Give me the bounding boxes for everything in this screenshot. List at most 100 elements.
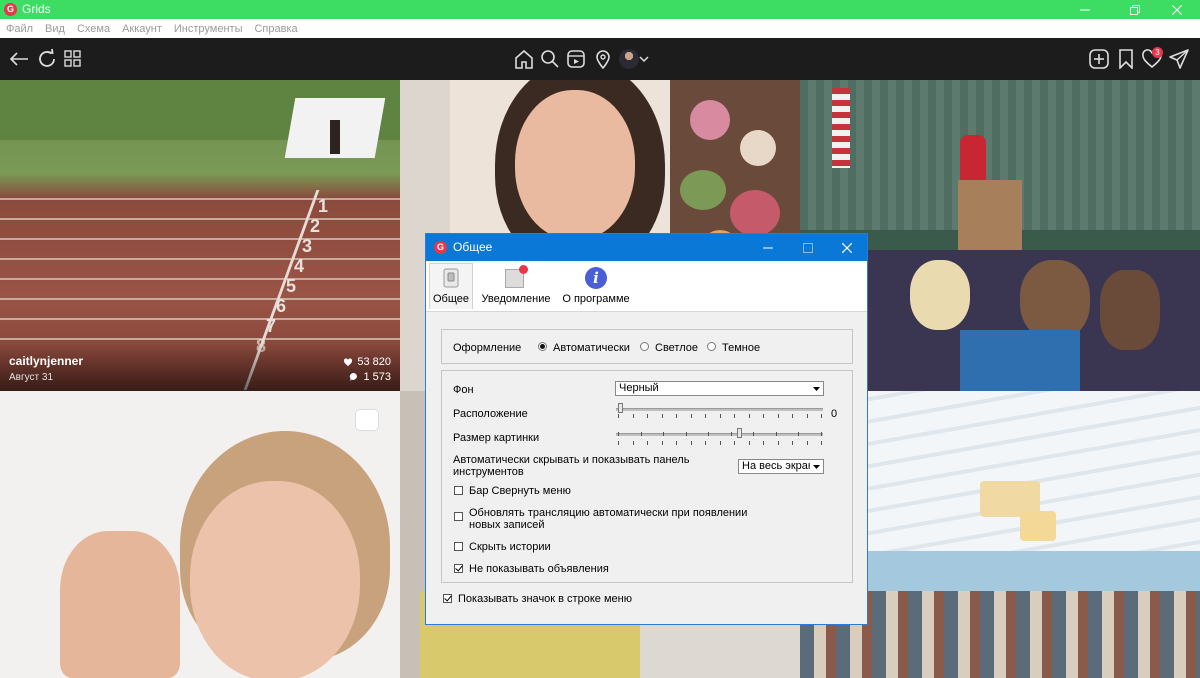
slider-tick <box>633 441 634 445</box>
settings-dialog: G Общее Общее Уведомление i О программе … <box>425 233 868 625</box>
hide-stories-label[interactable]: Скрыть истории <box>469 541 551 553</box>
home-icon[interactable] <box>511 46 537 72</box>
slider-tick <box>708 432 709 436</box>
info-icon: i <box>585 267 607 289</box>
post-tile-makeup[interactable] <box>0 391 400 678</box>
reels-icon[interactable] <box>563 46 589 72</box>
position-slider[interactable] <box>616 403 823 421</box>
autohide-select[interactable]: На весь экран <box>738 459 824 474</box>
collapse-menu-checkbox[interactable] <box>454 486 463 495</box>
slider-tick <box>821 441 822 445</box>
back-arrow-icon[interactable] <box>6 46 32 72</box>
menu-help[interactable]: Справка <box>254 23 297 35</box>
minimize-button[interactable] <box>1062 0 1108 19</box>
hide-ads-label[interactable]: Не показывать объявления <box>469 563 609 575</box>
comments-count: 1 573 <box>363 371 391 383</box>
post-date: Август 31 <box>9 372 53 383</box>
restore-button[interactable] <box>1112 0 1158 19</box>
search-icon[interactable] <box>537 46 563 72</box>
lane-number: 7 <box>266 316 277 336</box>
dialog-title-bar: G Общее <box>426 234 867 261</box>
theme-auto-label[interactable]: Автоматически <box>553 342 630 354</box>
minimize-icon <box>763 247 773 248</box>
post-tile-track[interactable]: 1 2 3 4 5 6 7 8 caitlynjenner Август 31 … <box>0 80 400 391</box>
post-username[interactable]: caitlynjenner <box>9 354 83 368</box>
maximize-icon <box>803 242 813 253</box>
slider-tick <box>792 441 793 445</box>
bookmark-icon[interactable] <box>1113 46 1139 72</box>
location-icon[interactable] <box>590 46 616 72</box>
background-label: Фон <box>453 384 474 396</box>
tray-icon-label[interactable]: Показывать значок в строке меню <box>458 593 632 605</box>
slider-thumb[interactable] <box>618 403 623 413</box>
lane-number: 4 <box>294 256 305 276</box>
add-post-icon[interactable] <box>1086 46 1112 72</box>
theme-light-radio[interactable] <box>640 342 649 351</box>
theme-dark-label[interactable]: Темное <box>722 342 760 354</box>
menu-bar: Файл Вид Схема Аккаунт Инструменты Справ… <box>0 19 1200 38</box>
theme-auto-radio[interactable] <box>538 342 547 351</box>
slider-tick <box>778 441 779 445</box>
window-title: Grids <box>22 2 51 16</box>
refresh-icon[interactable] <box>34 46 60 72</box>
theme-label: Оформление <box>453 342 522 354</box>
position-value: 0 <box>831 408 838 420</box>
tray-icon-checkbox[interactable] <box>443 594 452 603</box>
theme-group: Оформление Автоматически Светлое Темное <box>441 329 853 364</box>
slider-tick <box>763 441 764 445</box>
grid-icon[interactable] <box>60 46 86 72</box>
menu-file[interactable]: Файл <box>6 23 33 35</box>
slider-tick <box>686 432 687 436</box>
slider-tick <box>618 432 619 436</box>
picture-size-slider[interactable] <box>616 426 823 445</box>
slider-tick <box>749 414 750 418</box>
collapse-menu-label[interactable]: Бар Свернуть меню <box>469 485 571 497</box>
comment-icon <box>350 372 358 381</box>
send-icon[interactable] <box>1166 46 1192 72</box>
menu-view[interactable]: Вид <box>45 23 65 35</box>
chevron-down-icon[interactable] <box>637 46 651 72</box>
minimize-icon <box>1080 9 1090 10</box>
tab-notifications[interactable]: Уведомление <box>478 263 554 309</box>
slider-tick <box>662 414 663 418</box>
slider-thumb[interactable] <box>737 428 742 438</box>
notification-badge: 3 <box>1152 47 1163 58</box>
slider-tick <box>753 432 754 436</box>
close-icon <box>842 242 852 253</box>
slider-tick <box>749 441 750 445</box>
slider-tick <box>676 414 677 418</box>
hide-ads-checkbox[interactable] <box>454 564 463 573</box>
lamp <box>1020 511 1056 541</box>
menu-layout[interactable]: Схема <box>77 23 110 35</box>
menu-account[interactable]: Аккаунт <box>122 23 162 35</box>
lane-number: 5 <box>286 276 297 296</box>
slider-tick <box>807 441 808 445</box>
slider-tick <box>778 414 779 418</box>
slider-tick <box>662 441 663 445</box>
dialog-maximize-button[interactable] <box>788 234 828 261</box>
dialog-close-button[interactable] <box>827 234 867 261</box>
dialog-minimize-button[interactable] <box>748 234 788 261</box>
background-select[interactable]: Черный <box>615 381 824 396</box>
heart-icon[interactable]: 3 <box>1139 46 1165 72</box>
notification-icon <box>504 265 528 289</box>
runner <box>330 120 340 154</box>
theme-dark-radio[interactable] <box>707 342 716 351</box>
slider-tick <box>618 441 619 445</box>
hide-stories-checkbox[interactable] <box>454 542 463 551</box>
slider-tick <box>691 414 692 418</box>
theme-light-label[interactable]: Светлое <box>655 342 698 354</box>
heart-icon <box>344 357 353 366</box>
auto-refresh-label[interactable]: Обновлять трансляцию автоматически при п… <box>469 507 769 531</box>
close-button[interactable] <box>1154 0 1200 19</box>
dialog-tabs: Общее Уведомление i О программе <box>426 261 867 312</box>
tab-general[interactable]: Общее <box>429 263 473 309</box>
select-checkbox[interactable] <box>355 409 379 431</box>
auto-refresh-checkbox[interactable] <box>454 512 463 521</box>
menu-tools[interactable]: Инструменты <box>174 23 243 35</box>
slider-tick <box>798 432 799 436</box>
slider-tick <box>776 432 777 436</box>
picture-size-label: Размер картинки <box>453 432 540 444</box>
tab-about[interactable]: i О программе <box>559 263 633 309</box>
chevron-down-icon <box>810 460 823 473</box>
